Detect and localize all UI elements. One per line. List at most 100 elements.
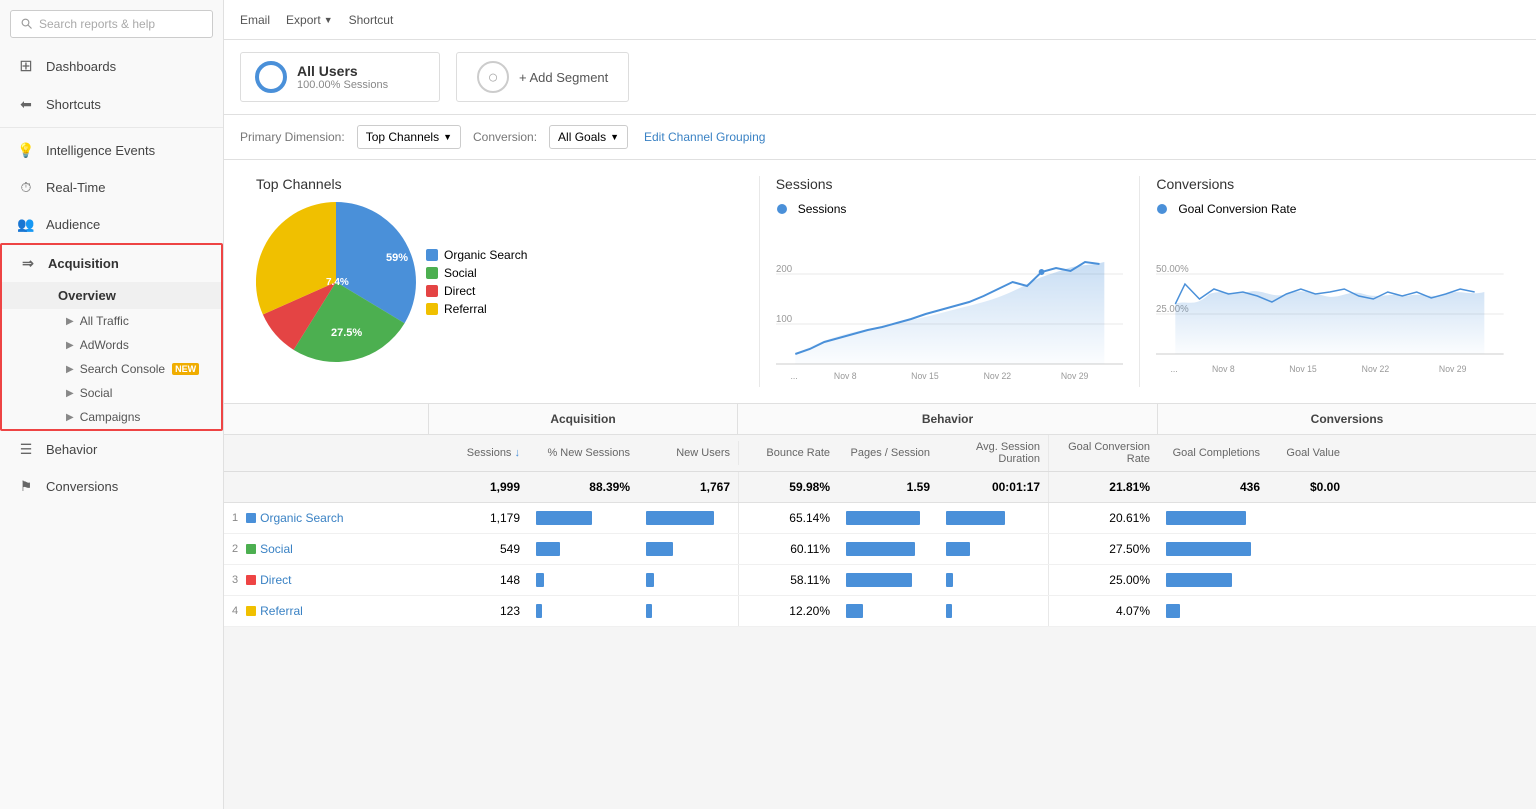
sidebar-item-label: Conversions bbox=[46, 479, 118, 494]
sessions-col-label: Sessions bbox=[467, 447, 512, 459]
search-placeholder: Search reports & help bbox=[39, 17, 155, 31]
sessions-title: Sessions bbox=[776, 176, 1124, 192]
svg-text:...: ... bbox=[1171, 364, 1178, 374]
sidebar-item-label: Real-Time bbox=[46, 180, 105, 195]
row-channel-cell: 3 Direct bbox=[224, 565, 428, 595]
row-pct-new-bar bbox=[528, 503, 638, 533]
conv-legend: Goal Conversion Rate bbox=[1156, 202, 1504, 216]
nav-social[interactable]: ▶ Social bbox=[2, 381, 221, 405]
legend-label-social: Social bbox=[444, 266, 477, 280]
row-rank: 2 bbox=[232, 543, 238, 555]
nav-search-console[interactable]: ▶ Search Console NEW bbox=[2, 357, 221, 381]
behavior-icon: ☰ bbox=[16, 441, 36, 458]
row-bounce-bar bbox=[838, 503, 938, 533]
conv-legend-dot bbox=[1156, 203, 1168, 215]
channel-link[interactable]: Referral bbox=[260, 604, 303, 618]
col-header-pages[interactable]: Pages / Session bbox=[838, 441, 938, 465]
edit-channel-grouping-link[interactable]: Edit Channel Grouping bbox=[644, 130, 765, 144]
sessions-peak-dot bbox=[1038, 269, 1044, 275]
svg-text:Nov 15: Nov 15 bbox=[911, 371, 939, 381]
row-duration-bar bbox=[938, 534, 1048, 564]
col-header-new-users[interactable]: New Users bbox=[638, 441, 738, 465]
sidebar-item-dashboards[interactable]: ⊞ Dashboards bbox=[0, 46, 223, 86]
table-row: 3 Direct 148 58.11% 25.00% bbox=[224, 565, 1536, 596]
pie-legend: Organic Search Social Direct Referral bbox=[426, 248, 527, 316]
channel-color-dot bbox=[246, 606, 256, 616]
primary-dimension-select[interactable]: Top Channels ▼ bbox=[357, 125, 461, 149]
add-segment-button[interactable]: ○ + Add Segment bbox=[456, 52, 629, 102]
total-sessions: 1,999 bbox=[428, 472, 528, 502]
conversions-chart-svg: 50.00% 25.00% ... Nov 8 Nov 15 Nov 22 No… bbox=[1156, 224, 1504, 384]
th-acquisition: Acquisition bbox=[428, 404, 738, 434]
primary-dim-arrow: ▼ bbox=[443, 132, 452, 142]
row-goal-val bbox=[1268, 603, 1348, 619]
sidebar-item-acquisition[interactable]: ⇒ Acquisition bbox=[2, 245, 221, 282]
col-header-duration[interactable]: Avg. Session Duration bbox=[938, 435, 1048, 471]
sidebar-item-behavior[interactable]: ☰ Behavior bbox=[0, 431, 223, 468]
legend-label-referral: Referral bbox=[444, 302, 487, 316]
svg-text:Nov 22: Nov 22 bbox=[983, 371, 1011, 381]
shortcut-button[interactable]: Shortcut bbox=[349, 13, 394, 27]
top-channels-title: Top Channels bbox=[256, 176, 743, 192]
th-empty bbox=[224, 404, 428, 434]
nav-label: Campaigns bbox=[80, 410, 141, 424]
sidebar-item-conversions[interactable]: ⚑ Conversions bbox=[0, 468, 223, 505]
row-new-users-bar bbox=[638, 534, 738, 564]
row-goal-val bbox=[1268, 541, 1348, 557]
collapse-icon: ▶ bbox=[66, 388, 74, 399]
channel-link[interactable]: Direct bbox=[260, 573, 291, 587]
new-badge: NEW bbox=[172, 363, 199, 375]
sidebar-item-realtime[interactable]: ⏱ Real-Time bbox=[0, 169, 223, 206]
col-header-goal-val[interactable]: Goal Value bbox=[1268, 441, 1348, 465]
channel-link[interactable]: Social bbox=[260, 542, 293, 556]
sidebar-item-intelligence[interactable]: 💡 Intelligence Events bbox=[0, 132, 223, 169]
pie-container: Organic Search Social Direct Referral bbox=[256, 202, 743, 362]
channel-color-dot bbox=[246, 575, 256, 585]
add-circle-icon: ○ bbox=[477, 61, 509, 93]
segment-bar: All Users 100.00% Sessions ○ + Add Segme… bbox=[224, 40, 1536, 115]
row-channel-cell: 4 Referral bbox=[224, 596, 428, 626]
sessions-chart-svg: 200 100 ... Nov 8 Nov 15 Nov 22 Nov 29 bbox=[776, 224, 1124, 384]
col-header-goal-comp[interactable]: Goal Completions bbox=[1158, 441, 1268, 465]
conversions-title: Conversions bbox=[1156, 176, 1504, 192]
table-group-headers: Acquisition Behavior Conversions bbox=[224, 404, 1536, 435]
audience-icon: 👥 bbox=[16, 216, 36, 233]
total-goal-comp: 436 bbox=[1158, 472, 1268, 502]
col-header-bounce[interactable]: Bounce Rate bbox=[738, 441, 838, 465]
table-column-headers: Sessions ↓ % New Sessions New Users Boun… bbox=[224, 435, 1536, 472]
col-header-sessions[interactable]: Sessions ↓ bbox=[428, 441, 528, 465]
conversions-panel: Conversions Goal Conversion Rate 50.00% … bbox=[1139, 176, 1520, 387]
nav-campaigns[interactable]: ▶ Campaigns bbox=[2, 405, 221, 429]
col-header-goal-rate[interactable]: Goal Conversion Rate bbox=[1048, 435, 1158, 471]
row-sessions: 549 bbox=[428, 534, 528, 564]
svg-text:Nov 8: Nov 8 bbox=[834, 371, 857, 381]
sessions-area bbox=[795, 262, 1104, 364]
channel-color-dot bbox=[246, 513, 256, 523]
row-goal-bar bbox=[1158, 565, 1268, 595]
all-users-segment[interactable]: All Users 100.00% Sessions bbox=[240, 52, 440, 102]
nav-all-traffic[interactable]: ▶ All Traffic bbox=[2, 309, 221, 333]
channel-link[interactable]: Organic Search bbox=[260, 511, 343, 525]
channel-color-dot bbox=[246, 544, 256, 554]
col-header-pct-new[interactable]: % New Sessions bbox=[528, 441, 638, 465]
sidebar-item-label: Behavior bbox=[46, 442, 97, 457]
row-goal-rate: 20.61% bbox=[1048, 503, 1158, 533]
row-rank: 3 bbox=[232, 574, 238, 586]
search-input[interactable]: Search reports & help bbox=[10, 10, 213, 38]
sidebar-item-shortcuts[interactable]: ⬅ Shortcuts bbox=[0, 86, 223, 123]
conversion-select[interactable]: All Goals ▼ bbox=[549, 125, 628, 149]
export-dropdown[interactable]: Export ▼ bbox=[286, 13, 333, 27]
sidebar-item-audience[interactable]: 👥 Audience bbox=[0, 206, 223, 243]
nav-adwords[interactable]: ▶ AdWords bbox=[2, 333, 221, 357]
row-sessions: 148 bbox=[428, 565, 528, 595]
row-rank: 1 bbox=[232, 512, 238, 524]
legend-social: Social bbox=[426, 266, 527, 280]
nav-overview[interactable]: Overview bbox=[2, 282, 221, 309]
legend-dot-referral bbox=[426, 303, 438, 315]
segment-text: All Users 100.00% Sessions bbox=[297, 63, 388, 91]
legend-referral: Referral bbox=[426, 302, 527, 316]
email-button[interactable]: Email bbox=[240, 13, 270, 27]
total-pages: 1.59 bbox=[838, 472, 938, 502]
segment-circle bbox=[255, 61, 287, 93]
nav-label: Search Console bbox=[80, 362, 165, 376]
